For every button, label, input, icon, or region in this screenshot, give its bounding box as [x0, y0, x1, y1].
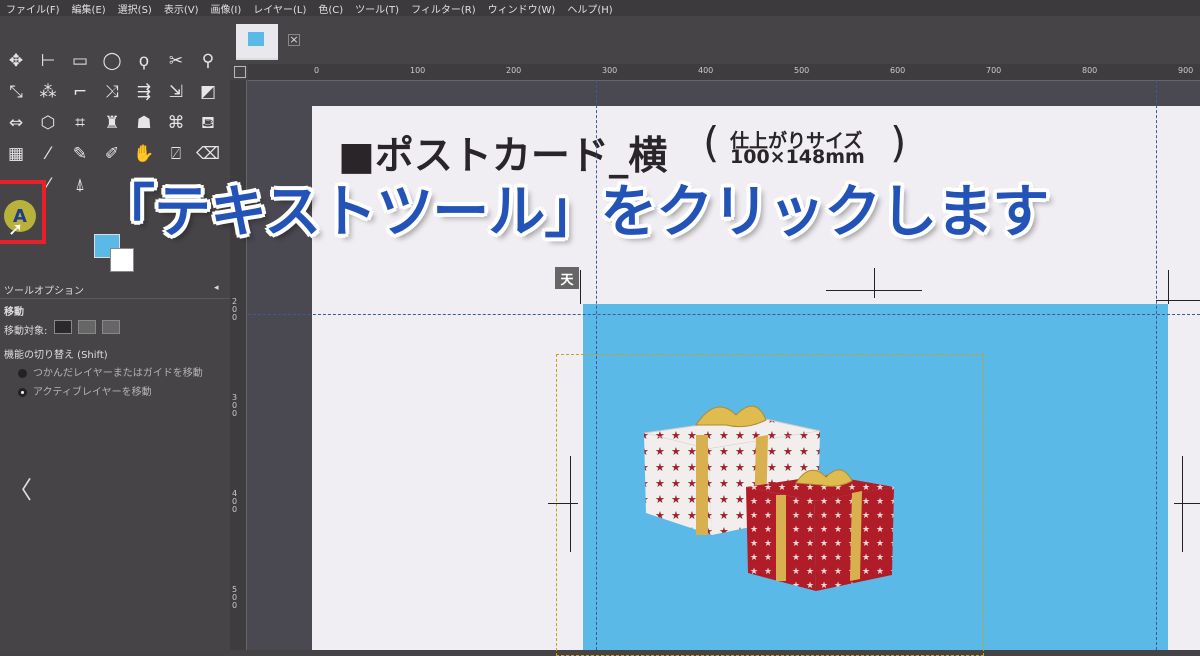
- ruler-label: 0: [314, 66, 320, 75]
- ruler-label: 800: [1082, 66, 1098, 75]
- unified-transform-icon[interactable]: ⤨: [98, 79, 126, 105]
- ruler-label: 700: [986, 66, 1002, 75]
- finished-size-value: 100×148mm: [730, 146, 865, 168]
- pencil-icon[interactable]: ✎: [66, 141, 94, 167]
- ruler-label: 400: [698, 66, 714, 75]
- menu-filters[interactable]: フィルター(R): [405, 1, 482, 16]
- selection-mode-icon[interactable]: [78, 320, 96, 334]
- paintbrush-icon[interactable]: ⁄: [34, 141, 62, 167]
- pick-layer-option[interactable]: つかんだレイヤーまたはガイドを移動: [18, 364, 203, 379]
- eraser-icon[interactable]: ⌫: [194, 141, 222, 167]
- path-mode-icon[interactable]: [102, 320, 120, 334]
- layer-mode-icon[interactable]: [54, 320, 72, 334]
- menu-layer[interactable]: レイヤー(L): [247, 1, 312, 16]
- guide-horizontal[interactable]: [248, 314, 1200, 315]
- horizontal-ruler[interactable]: 0 100 200 300 400 500 600 700 800 900: [248, 64, 1200, 81]
- guide-vertical[interactable]: [1156, 80, 1157, 650]
- ruler-label: 300: [602, 66, 618, 75]
- move-target-label: 移動対象:: [4, 326, 48, 337]
- ruler-label: 300: [232, 393, 238, 418]
- bucket-fill-icon[interactable]: ⛾: [194, 110, 222, 136]
- gift-boxes-image: ★ ★: [643, 405, 894, 591]
- menu-colors[interactable]: 色(C): [312, 1, 349, 16]
- ruler-label: 600: [890, 66, 906, 75]
- ruler-corner[interactable]: [234, 66, 246, 78]
- crop-tool-icon[interactable]: ⌐: [66, 79, 94, 105]
- align-tool-icon[interactable]: ⊢: [34, 48, 62, 74]
- ruler-label: 900: [1178, 66, 1194, 75]
- foreground-select-icon[interactable]: ⚲: [194, 48, 222, 74]
- tool-options-tab[interactable]: ツールオプション ◂: [0, 280, 230, 299]
- active-layer-radio[interactable]: [18, 387, 27, 397]
- mypaint-brush-icon[interactable]: ⍁: [162, 141, 190, 167]
- crop-mark: [580, 270, 581, 304]
- perspective-clone-icon[interactable]: ⌗: [66, 110, 94, 136]
- menu-image[interactable]: 画像(I): [205, 1, 248, 16]
- toggle-behavior-label: 機能の切り替え (Shift): [4, 350, 108, 361]
- cage-transform-icon[interactable]: ⬡: [34, 110, 62, 136]
- fuzzy-select-icon[interactable]: ⤡: [2, 79, 30, 105]
- gradient-tool-icon[interactable]: ▦: [2, 141, 30, 167]
- menu-file[interactable]: ファイル(F): [0, 1, 66, 16]
- menu-bar: ファイル(F) 編集(E) 選択(S) 表示(V) 画像(I) レイヤー(L) …: [0, 0, 1200, 16]
- menu-edit[interactable]: 編集(E): [66, 1, 112, 16]
- active-layer-option[interactable]: アクティブレイヤーを移動: [18, 383, 152, 398]
- tool-options-title: 移動: [4, 307, 24, 318]
- flip-tool-icon[interactable]: ⇲: [162, 79, 190, 105]
- menu-windows[interactable]: ウィンドウ(W): [482, 1, 562, 16]
- active-layer-option-label: アクティブレイヤーを移動: [33, 387, 152, 398]
- crop-mark: [1174, 503, 1200, 504]
- ruler-label: 500: [794, 66, 810, 75]
- image-thumbnail[interactable]: [236, 24, 278, 60]
- smudge-brush-icon[interactable]: ♜: [98, 110, 126, 136]
- background-color-swatch[interactable]: [110, 248, 134, 272]
- clone-tool-icon[interactable]: ✋: [130, 141, 158, 167]
- airbrush-icon[interactable]: ✐: [98, 141, 126, 167]
- paths-tool-icon[interactable]: ⌘: [162, 110, 190, 136]
- measure-tool-icon[interactable]: ⍋: [66, 172, 94, 198]
- scissors-select-icon[interactable]: ✂: [162, 48, 190, 74]
- pick-layer-radio[interactable]: [18, 368, 27, 378]
- crop-mark: [570, 456, 571, 552]
- menu-select[interactable]: 選択(S): [112, 1, 158, 16]
- ellipse-select-icon[interactable]: ◯: [98, 48, 126, 74]
- collapse-panel-icon[interactable]: 〈: [8, 470, 32, 505]
- heal-brush-icon[interactable]: ☗: [130, 110, 158, 136]
- tab-menu-icon[interactable]: ◂: [214, 283, 219, 293]
- rect-select-icon[interactable]: ▭: [66, 48, 94, 74]
- move-tool-icon[interactable]: ✥: [2, 48, 30, 74]
- tool-options-tab-label: ツールオプション: [4, 286, 84, 297]
- ruler-label: 500: [232, 585, 238, 610]
- warp-transform-icon[interactable]: ⇶: [130, 79, 158, 105]
- size-paren-open: (: [703, 118, 720, 167]
- crop-mark: [548, 503, 578, 504]
- close-tab-icon[interactable]: ×: [288, 34, 300, 46]
- mouse-cursor-icon: ➚: [8, 219, 24, 240]
- free-select-icon[interactable]: ϙ: [130, 48, 158, 74]
- ruler-label: 200: [232, 297, 238, 322]
- image-tab-bar: ×: [230, 16, 1200, 64]
- pick-layer-option-label: つかんだレイヤーまたはガイドを移動: [33, 368, 203, 379]
- ruler-label: 100: [410, 66, 426, 75]
- crop-mark: [1182, 456, 1183, 552]
- size-paren-close: ): [890, 118, 907, 167]
- instruction-caption: 「テキストツール」をクリックします: [98, 179, 1049, 245]
- top-side-marker: 天: [555, 267, 579, 289]
- crop-mark: [1156, 300, 1200, 301]
- move-target-modes: [54, 320, 120, 334]
- menu-help[interactable]: ヘルプ(H): [561, 1, 618, 16]
- handle-transform-icon[interactable]: ⇔: [2, 110, 30, 136]
- crop-mark: [874, 268, 875, 298]
- color-select-icon[interactable]: ⁂: [34, 79, 62, 105]
- perspective-tool-icon[interactable]: ◩: [194, 79, 222, 105]
- menu-view[interactable]: 表示(V): [158, 1, 205, 16]
- crop-mark: [1168, 270, 1169, 304]
- ruler-label: 400: [232, 489, 238, 514]
- menu-tools[interactable]: ツール(T): [349, 1, 405, 16]
- ruler-label: 200: [506, 66, 522, 75]
